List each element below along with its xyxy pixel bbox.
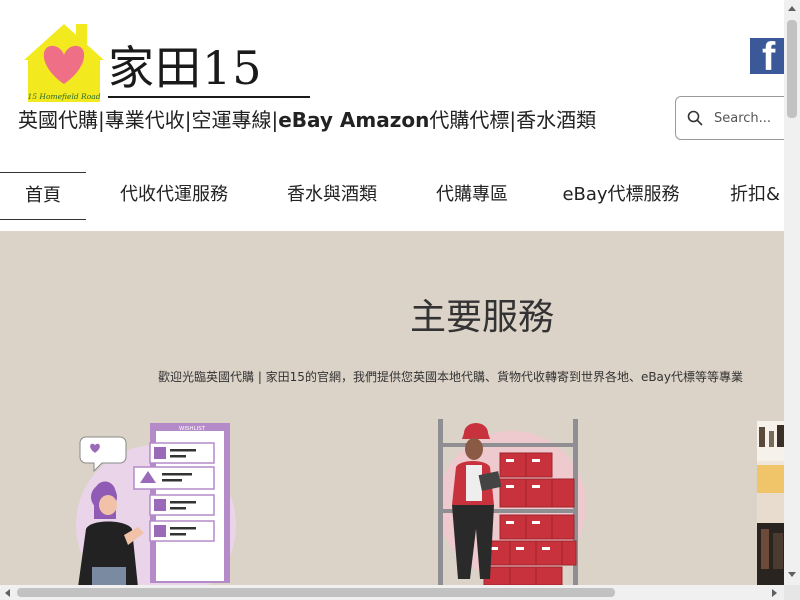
scroll-down-arrow-icon[interactable]	[788, 572, 796, 577]
facebook-glyph: f	[762, 38, 776, 74]
warehouse-worker-illustration	[438, 419, 586, 585]
search-icon	[687, 110, 703, 126]
logo-caption: 15 Homefield Road	[28, 92, 101, 101]
scroll-up-arrow-icon[interactable]	[788, 6, 796, 11]
horizontal-scrollbar[interactable]	[0, 585, 784, 600]
scrollbar-corner	[784, 585, 800, 600]
wishlist-tag: WISHLIST	[179, 426, 206, 432]
wishlist-shopper-illustration: WISHLIST	[76, 423, 236, 585]
site-title[interactable]: 家田15	[108, 40, 263, 96]
nav-item-ebay-bidding[interactable]: eBay代標服務	[562, 172, 680, 218]
site-tagline: 英國代購|專業代收|空運專線|eBay Amazon代購代標|香水酒類	[18, 106, 596, 134]
site-title-underline	[108, 96, 310, 98]
section-intro-text: 歡迎光臨英國代購 | 家田15的官網，我們提供您英國本地代購、貨物代收轉寄到世界…	[158, 370, 744, 384]
section-title: 主要服務	[410, 297, 555, 338]
tagline-part-1: 英國代購|專業代收|空運專線|	[18, 108, 279, 132]
nav-item-perfume-liquor[interactable]: 香水與酒類	[282, 172, 382, 218]
nav-item-purchasing-zone[interactable]: 代購專區	[430, 172, 514, 218]
tagline-part-2: 代購代標|香水酒類	[429, 108, 597, 132]
product-photo-thumbnail	[757, 421, 784, 585]
scroll-right-arrow-icon[interactable]	[772, 589, 777, 597]
search-input[interactable]	[714, 107, 794, 129]
tagline-bold-part: eBay Amazon	[278, 108, 430, 132]
scroll-left-arrow-icon[interactable]	[5, 589, 10, 597]
horizontal-scroll-thumb[interactable]	[17, 588, 615, 597]
nav-item-home[interactable]: 首頁	[0, 172, 86, 220]
site-logo[interactable]: 15 Homefield Road	[24, 22, 104, 104]
search-box[interactable]	[675, 96, 800, 140]
nav-item-discounts[interactable]: 折扣&	[730, 172, 790, 218]
house-heart-logo-icon: 15 Homefield Road	[24, 24, 104, 102]
vertical-scrollbar[interactable]	[784, 0, 800, 585]
facebook-icon[interactable]: f	[750, 38, 784, 74]
services-section: 主要服務 歡迎光臨英國代購 | 家田15的官網，我們提供您英國本地代購、貨物代收…	[0, 231, 784, 585]
nav-item-forwarding-service[interactable]: 代收代運服務	[112, 172, 236, 218]
main-nav: 首頁 代收代運服務 香水與酒類 代購專區 eBay代標服務 折扣&	[0, 172, 790, 220]
vertical-scroll-thumb[interactable]	[787, 20, 797, 118]
